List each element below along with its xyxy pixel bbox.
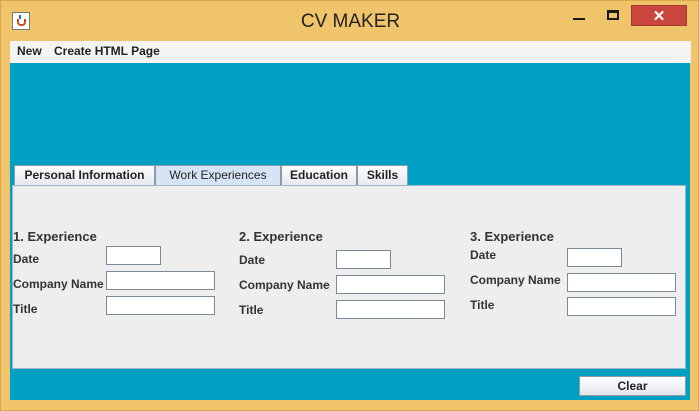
experience-2-company-input[interactable] bbox=[336, 275, 445, 294]
experience-3-company-label: Company Name bbox=[470, 273, 561, 287]
clear-button[interactable]: Clear bbox=[579, 376, 686, 396]
experience-1-heading: 1. Experience bbox=[13, 229, 97, 244]
tab-personal-information[interactable]: Personal Information bbox=[14, 165, 155, 185]
experience-2-title-label: Title bbox=[239, 303, 264, 317]
experience-3-date-label: Date bbox=[470, 248, 497, 262]
experience-3-date-input[interactable] bbox=[567, 248, 622, 267]
menu-new[interactable]: New bbox=[17, 44, 42, 58]
experience-1-date-label: Date bbox=[13, 252, 40, 266]
menu-bar: New Create HTML Page bbox=[10, 41, 691, 64]
experience-3-title-label: Title bbox=[470, 298, 495, 312]
tab-skills[interactable]: Skills bbox=[357, 165, 408, 185]
experience-2-date-label: Date bbox=[239, 253, 266, 267]
experience-3-company-input[interactable] bbox=[567, 273, 676, 292]
experience-2-heading: 2. Experience bbox=[239, 229, 323, 244]
close-icon: ✕ bbox=[652, 8, 666, 25]
experience-3-title-input[interactable] bbox=[567, 297, 676, 316]
minimize-button[interactable] bbox=[565, 5, 595, 27]
experience-1-title-input[interactable] bbox=[106, 296, 215, 315]
experience-1-company-input[interactable] bbox=[106, 271, 215, 290]
title-bar[interactable]: CV MAKER ✕ bbox=[1, 1, 699, 41]
experience-1-company-label: Company Name bbox=[13, 277, 104, 291]
experience-2-date-input[interactable] bbox=[336, 250, 391, 269]
experience-2-company-label: Company Name bbox=[239, 278, 330, 292]
experience-2-title-input[interactable] bbox=[336, 300, 445, 319]
work-experiences-panel: 1. Experience Date Company Name Title 2.… bbox=[12, 185, 686, 369]
content-area: Personal Information Work Experiences Ed… bbox=[10, 63, 690, 400]
experience-1-title-label: Title bbox=[13, 302, 38, 316]
menu-create-html-page[interactable]: Create HTML Page bbox=[54, 44, 160, 58]
close-button[interactable]: ✕ bbox=[631, 5, 687, 26]
tab-education[interactable]: Education bbox=[281, 165, 357, 185]
tab-work-experiences[interactable]: Work Experiences bbox=[155, 165, 281, 186]
experience-1-date-input[interactable] bbox=[106, 246, 161, 265]
experience-3-heading: 3. Experience bbox=[470, 229, 554, 244]
window: CV MAKER ✕ New Create HTML Page Personal… bbox=[0, 0, 699, 411]
maximize-button[interactable] bbox=[599, 5, 629, 27]
